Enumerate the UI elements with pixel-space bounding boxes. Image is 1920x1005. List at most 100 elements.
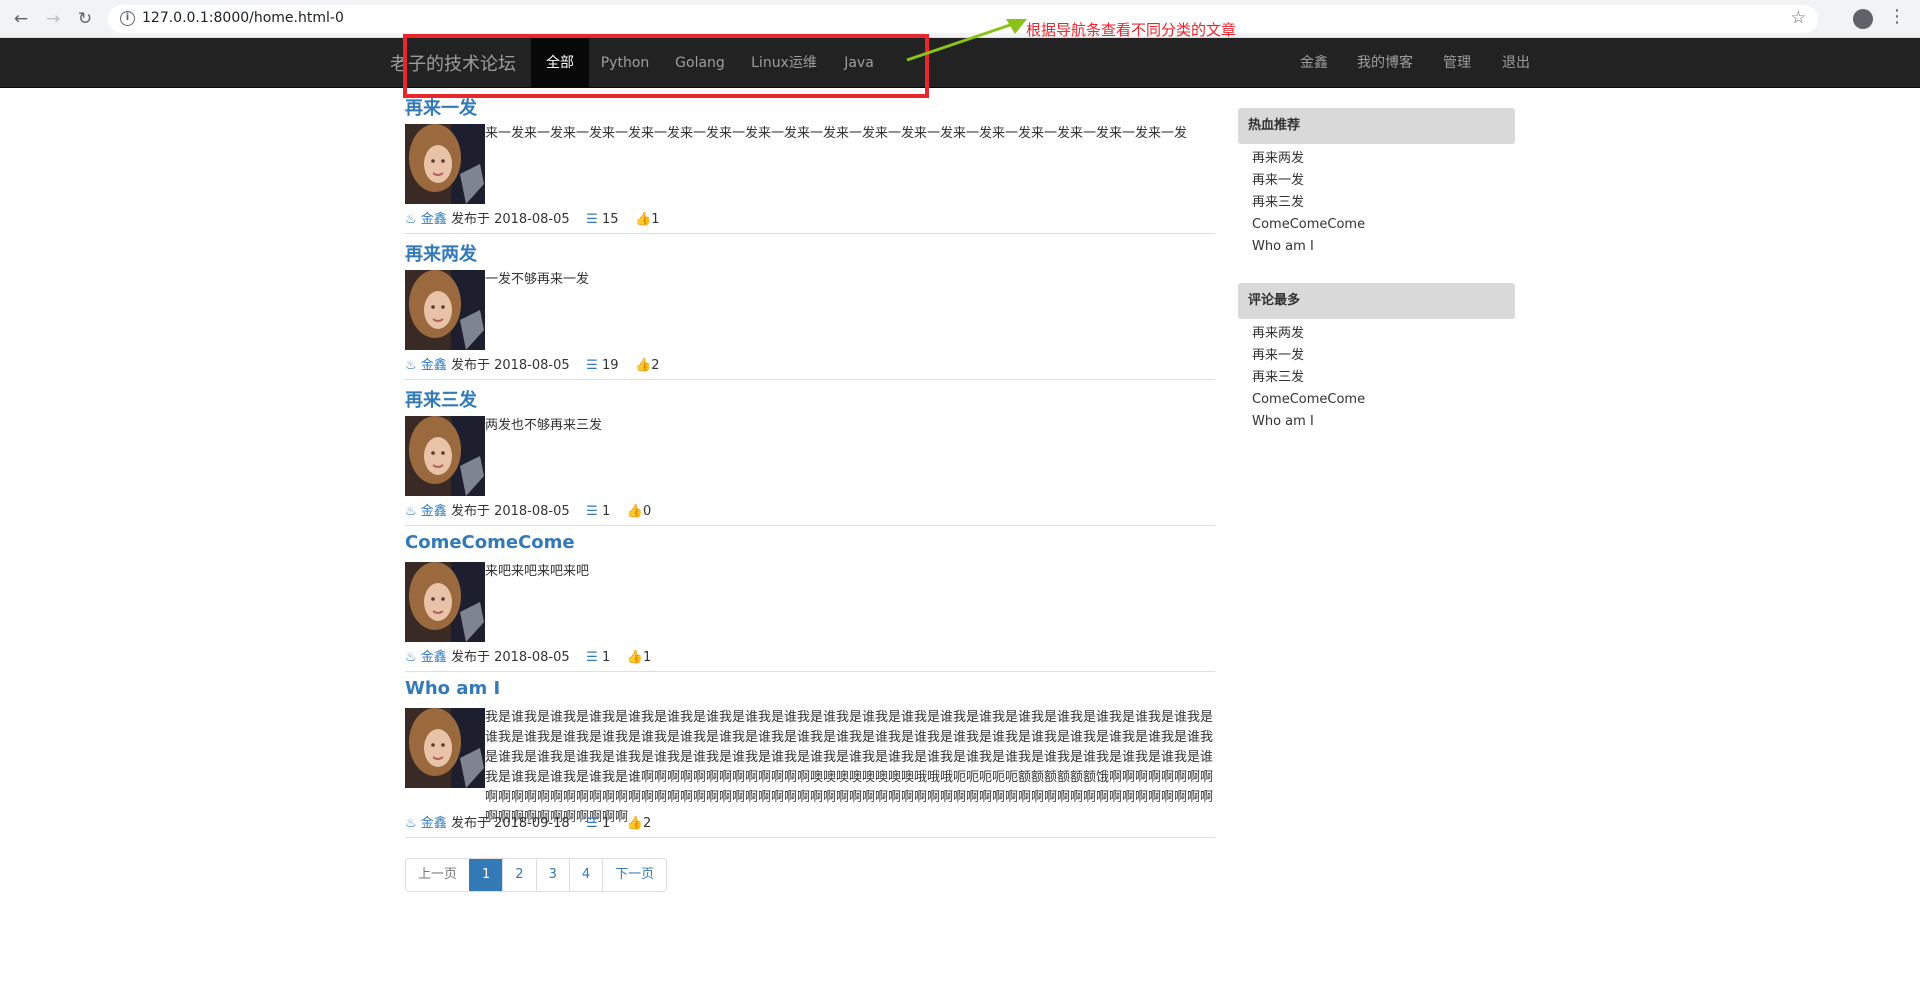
article-item: Who am I 我是谁我是谁我是谁我是谁我是谁我是谁我是谁我是谁我是谁我是谁我是… bbox=[405, 676, 1215, 838]
article-date: 发布于 2018-09-18 bbox=[450, 816, 570, 831]
thumbs-up-icon[interactable]: 👍 bbox=[635, 358, 651, 373]
article-title[interactable]: ComeComeCome bbox=[405, 532, 575, 553]
nav-user-link[interactable]: 金鑫 bbox=[1300, 38, 1328, 88]
article-author[interactable]: 金鑫 bbox=[421, 504, 447, 519]
article-meta: ♨ 金鑫 发布于 2018-08-05 ☰ 19 👍2 bbox=[405, 354, 660, 373]
nav-category-all[interactable]: 全部 bbox=[531, 38, 589, 88]
article-meta: ♨ 金鑫 发布于 2018-08-05 ☰ 1 👍1 bbox=[405, 646, 651, 665]
author-avatar[interactable] bbox=[405, 708, 485, 788]
bookmark-star-icon[interactable]: ☆ bbox=[1791, 8, 1806, 28]
annotation-arrow bbox=[906, 19, 1027, 62]
pagination-page-2[interactable]: 2 bbox=[502, 859, 535, 891]
sidebar-comments-heading: 评论最多 bbox=[1238, 283, 1515, 319]
flame-icon: ♨ bbox=[405, 650, 417, 665]
flame-icon: ♨ bbox=[405, 358, 417, 373]
site-info-icon[interactable]: i bbox=[120, 11, 135, 26]
article-author[interactable]: 金鑫 bbox=[421, 650, 447, 665]
pagination-next[interactable]: 下一页 bbox=[602, 859, 666, 891]
article-like-count: 1 bbox=[651, 212, 660, 227]
article-date: 发布于 2018-08-05 bbox=[450, 358, 570, 373]
thumbs-up-icon[interactable]: 👍 bbox=[627, 504, 643, 519]
pagination-prev[interactable]: 上一页 bbox=[406, 859, 469, 891]
comment-list-icon: ☰ bbox=[586, 212, 598, 227]
nav-logout-link[interactable]: 退出 bbox=[1502, 38, 1530, 88]
annotation-text: 根据导航条查看不同分类的文章 bbox=[1026, 21, 1237, 39]
author-avatar[interactable] bbox=[405, 124, 485, 204]
author-avatar[interactable] bbox=[405, 270, 485, 350]
nav-category-java[interactable]: Java bbox=[829, 38, 889, 88]
browser-menu-icon[interactable]: ⋮ bbox=[1888, 6, 1906, 27]
article-title[interactable]: Who am I bbox=[405, 678, 500, 699]
comment-list-icon: ☰ bbox=[586, 358, 598, 373]
sidebar-hot-heading: 热血推荐 bbox=[1238, 108, 1515, 144]
sidebar-comments-item[interactable]: Who am I bbox=[1238, 411, 1515, 433]
address-url[interactable]: 127.0.0.1:8000/home.html-0 bbox=[142, 10, 344, 26]
article-date: 发布于 2018-08-05 bbox=[450, 650, 570, 665]
article-like-count: 0 bbox=[642, 504, 652, 519]
article-comment-count[interactable]: 1 bbox=[602, 650, 610, 665]
article-like-count: 1 bbox=[642, 650, 652, 665]
article-item: 再来两发 一发不够再来一发 ♨ 金鑫 发布于 2018-08-05 ☰ 19 👍2 bbox=[405, 238, 1215, 380]
article-date: 发布于 2018-08-05 bbox=[450, 504, 570, 519]
back-icon[interactable]: ← bbox=[8, 6, 34, 32]
thumbs-up-icon[interactable]: 👍 bbox=[635, 212, 651, 227]
article-title[interactable]: 再来两发 bbox=[405, 240, 477, 266]
article-date: 发布于 2018-08-05 bbox=[450, 212, 570, 227]
sidebar-comments-item[interactable]: 再来一发 bbox=[1238, 345, 1515, 367]
sidebar-comments-item[interactable]: 再来两发 bbox=[1238, 323, 1515, 345]
pagination-page-4[interactable]: 4 bbox=[568, 859, 602, 891]
comment-list-icon: ☰ bbox=[586, 504, 598, 519]
sidebar-comments-item[interactable]: ComeComeCome bbox=[1238, 389, 1515, 411]
article-like-count: 2 bbox=[651, 358, 660, 373]
pagination-page-1[interactable]: 1 bbox=[469, 859, 503, 891]
article-meta: ♨ 金鑫 发布于 2018-08-05 ☰ 1 👍0 bbox=[405, 500, 651, 519]
article-author[interactable]: 金鑫 bbox=[421, 816, 447, 831]
nav-category-golang[interactable]: Golang bbox=[661, 38, 739, 88]
sidebar-hot-item[interactable]: 再来两发 bbox=[1238, 148, 1515, 170]
nav-manage-link[interactable]: 管理 bbox=[1443, 38, 1471, 88]
site-brand[interactable]: 老子的技术论坛 bbox=[390, 50, 516, 76]
article-title[interactable]: 再来三发 bbox=[405, 386, 477, 412]
article-comment-count[interactable]: 15 bbox=[602, 212, 619, 227]
comment-list-icon: ☰ bbox=[586, 816, 598, 831]
thumbs-up-icon[interactable]: 👍 bbox=[627, 816, 643, 831]
nav-category-linux[interactable]: Linux运维 bbox=[739, 38, 829, 88]
article-comment-count[interactable]: 19 bbox=[602, 358, 619, 373]
article-comment-count[interactable]: 1 bbox=[602, 504, 610, 519]
article-summary: 我是谁我是谁我是谁我是谁我是谁我是谁我是谁我是谁我是谁我是谁我是谁我是谁我是谁我… bbox=[485, 710, 1214, 825]
flame-icon: ♨ bbox=[405, 212, 417, 227]
reload-icon[interactable]: ↻ bbox=[72, 6, 98, 32]
article-author[interactable]: 金鑫 bbox=[421, 358, 447, 373]
sidebar-hot-item[interactable]: ComeComeCome bbox=[1238, 214, 1515, 236]
article-summary: 来吧来吧来吧来吧 bbox=[485, 564, 590, 579]
article-comment-count[interactable]: 1 bbox=[602, 816, 610, 831]
flame-icon: ♨ bbox=[405, 816, 417, 831]
sidebar-hot-panel: 热血推荐 再来两发 再来一发 再来三发 ComeComeCome Who am … bbox=[1238, 108, 1515, 258]
flame-icon: ♨ bbox=[405, 504, 417, 519]
pagination-page-3[interactable]: 3 bbox=[535, 859, 569, 891]
pagination: 上一页 1 2 3 4 下一页 bbox=[405, 858, 668, 892]
article-item: 再来三发 两发也不够再来三发 ♨ 金鑫 发布于 2018-08-05 ☰ 1 👍0 bbox=[405, 384, 1215, 526]
author-avatar[interactable] bbox=[405, 562, 485, 642]
thumbs-up-icon[interactable]: 👍 bbox=[627, 650, 643, 665]
forward-icon[interactable]: → bbox=[40, 6, 66, 32]
article-item: ComeComeCome 来吧来吧来吧来吧 ♨ 金鑫 发布于 2018-08-05 … bbox=[405, 530, 1215, 672]
article-summary: 一发不够再来一发 bbox=[485, 272, 590, 287]
article-author[interactable]: 金鑫 bbox=[421, 212, 447, 227]
article-like-count: 2 bbox=[642, 816, 652, 831]
account-icon[interactable] bbox=[1853, 9, 1873, 29]
sidebar-hot-item[interactable]: 再来三发 bbox=[1238, 192, 1515, 214]
article-meta: ♨ 金鑫 发布于 2018-08-05 ☰ 15 👍1 bbox=[405, 208, 660, 227]
article-summary: 来一发来一发来一发来一发来一发来一发来一发来一发来一发来一发来一发来一发来一发来… bbox=[485, 126, 1188, 141]
author-avatar[interactable] bbox=[405, 416, 485, 496]
sidebar-comments-panel: 评论最多 再来两发 再来一发 再来三发 ComeComeCome Who am … bbox=[1238, 283, 1515, 433]
nav-my-blog-link[interactable]: 我的博客 bbox=[1357, 38, 1413, 88]
sidebar-hot-item[interactable]: 再来一发 bbox=[1238, 170, 1515, 192]
comment-list-icon: ☰ bbox=[586, 650, 598, 665]
article-title[interactable]: 再来一发 bbox=[405, 94, 477, 120]
article-item: 再来一发 来一发来一发来一发来一发来一发来一发来一发来一发来一发来一发来一发来一发… bbox=[405, 92, 1215, 234]
sidebar-hot-item[interactable]: Who am I bbox=[1238, 236, 1515, 258]
article-meta: ♨ 金鑫 发布于 2018-09-18 ☰ 1 👍2 bbox=[405, 812, 651, 831]
sidebar-comments-item[interactable]: 再来三发 bbox=[1238, 367, 1515, 389]
nav-category-python[interactable]: Python bbox=[589, 38, 661, 88]
